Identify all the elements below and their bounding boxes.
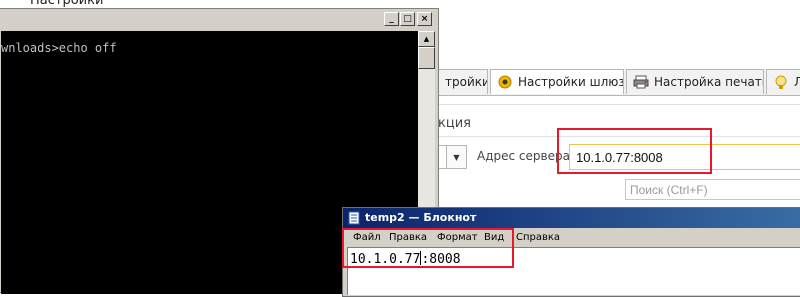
maximize-button[interactable]: □ [400,12,415,26]
license-icon [775,75,787,89]
menu-help[interactable]: Справка [516,232,560,243]
notepad-title: temp2 — Блокнот [365,211,477,224]
server-address-input[interactable]: 10.1.0.77:8008 [569,144,800,170]
chevron-up-icon: ▲ [423,35,430,43]
tab-gateway-settings[interactable]: Настройки шлюз [490,69,624,94]
print-settings-icon [633,75,649,89]
search-input[interactable]: Поиск (Ctrl+F) [625,179,800,200]
notepad-text-content: 10.1.0.77:8008 [350,251,461,267]
tab-label: тройки [445,75,488,89]
text-before-caret: 10.1.0.77 [350,252,421,267]
tab-label: Настройки шлюз [518,75,624,89]
menu-format[interactable]: Формат [437,232,478,243]
section-heading: кция [438,116,471,131]
maximize-icon: □ [403,14,412,24]
tab-settings-partial[interactable]: тройки [438,69,488,94]
close-icon: × [420,14,429,24]
notepad-menubar: Файл Правка Формат Вид Справка [343,229,800,247]
notepad-window: temp2 — Блокнот Файл Правка Формат Вид С… [342,207,800,297]
console-output-line: wnloads>echo off [1,41,117,55]
tab-license-partial[interactable]: Л [766,69,800,94]
text-after-caret: :8008 [421,252,461,267]
toolbar-divider [438,104,800,105]
console-title-bar[interactable]: _ □ × [0,9,438,30]
menu-edit[interactable]: Правка [389,232,427,243]
tab-label: Л [794,75,800,89]
scroll-up-button[interactable]: ▲ [418,31,435,47]
minimize-button[interactable]: _ [384,12,399,26]
minimize-icon: _ [389,14,394,24]
gateway-settings-icon [498,75,512,89]
close-button[interactable]: × [417,12,432,26]
server-address-label: Адрес сервера: [477,149,574,163]
tab-label: Настройка печати [654,75,764,89]
background-window-title: Настройки [30,0,104,8]
settings-tab-strip: тройки Настройки шлюз Настройка печати [438,69,800,96]
dropdown-button[interactable]: ▼ [446,145,467,169]
notepad-icon [348,211,360,225]
scrollbar-thumb[interactable] [418,47,435,69]
section-divider [438,136,800,137]
dropdown-field-edge[interactable] [438,145,446,169]
tab-print-settings[interactable]: Настройка печати [626,69,764,94]
menu-view[interactable]: Вид [484,232,504,243]
notepad-title-bar[interactable]: temp2 — Блокнот [343,208,800,228]
notepad-text-area[interactable]: 10.1.0.77:8008 [347,247,800,295]
menu-file[interactable]: Файл [353,232,381,243]
chevron-down-icon: ▼ [453,152,460,162]
